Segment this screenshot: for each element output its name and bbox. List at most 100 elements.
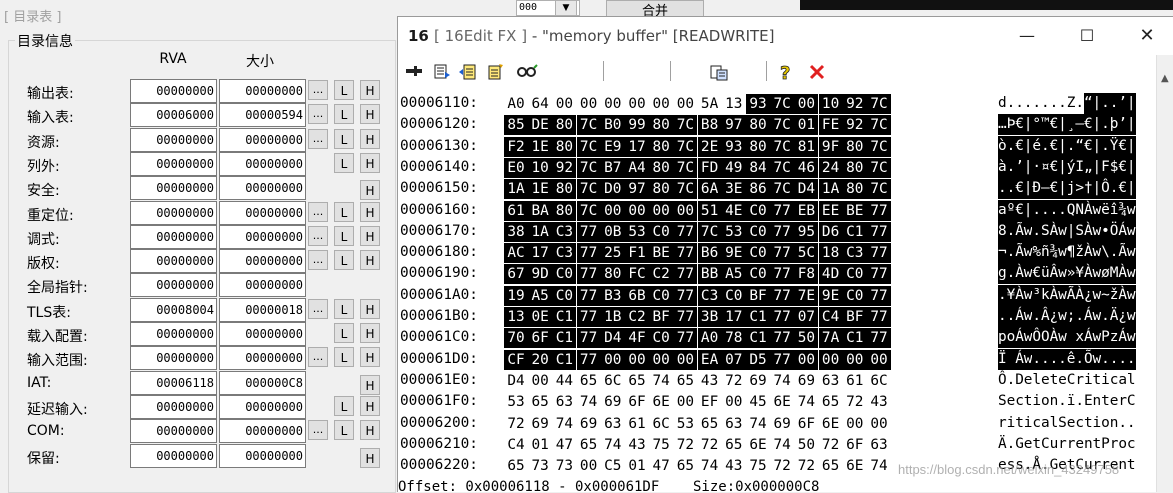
- details-button[interactable]: ...: [308, 298, 328, 319]
- size-field[interactable]: 00000000: [219, 443, 306, 468]
- h-button[interactable]: H: [360, 395, 380, 416]
- size-field[interactable]: 00000000: [219, 127, 306, 152]
- hex-byte[interactable]: 5C: [794, 243, 819, 264]
- hex-byte[interactable]: 47: [552, 435, 576, 455]
- hex-byte[interactable]: 24: [818, 157, 843, 178]
- rva-field[interactable]: 00000000: [130, 419, 217, 444]
- hex-byte[interactable]: C0: [649, 328, 674, 349]
- hex-byte[interactable]: FC: [625, 264, 649, 285]
- hex-byte[interactable]: 77: [867, 200, 891, 221]
- hex-byte[interactable]: 6F: [794, 414, 818, 434]
- help-icon[interactable]: ?: [776, 63, 796, 85]
- hex-byte[interactable]: 07: [794, 307, 819, 327]
- l-button[interactable]: L: [334, 225, 354, 246]
- hex-ascii[interactable]: ò.€|é.€|.“€|.Ÿ€|: [998, 135, 1136, 157]
- rva-field[interactable]: 00000000: [130, 127, 217, 152]
- hex-byte[interactable]: 64: [528, 94, 552, 114]
- hex-byte[interactable]: C0: [842, 285, 867, 306]
- hex-byte[interactable]: 7C: [770, 157, 795, 178]
- h-button[interactable]: H: [360, 225, 380, 246]
- rva-field[interactable]: 00000000: [130, 394, 217, 419]
- h-button[interactable]: H: [360, 250, 380, 271]
- h-button[interactable]: H: [360, 80, 380, 100]
- hex-byte[interactable]: 77: [576, 285, 601, 306]
- hex-byte[interactable]: C3: [697, 285, 722, 306]
- hex-byte[interactable]: 7C: [576, 136, 601, 157]
- hex-byte[interactable]: 77: [770, 243, 795, 264]
- hex-byte[interactable]: 69: [794, 371, 818, 391]
- hex-byte[interactable]: 10: [818, 94, 843, 114]
- hex-byte[interactable]: 69: [601, 392, 625, 412]
- hex-byte[interactable]: EA: [697, 349, 722, 370]
- hex-byte[interactable]: 72: [722, 371, 746, 391]
- hex-byte[interactable]: 65: [528, 392, 552, 412]
- hex-byte[interactable]: 67: [504, 264, 528, 285]
- hex-byte[interactable]: 6C: [601, 371, 625, 391]
- rva-field[interactable]: 00008004: [130, 297, 217, 322]
- hex-byte[interactable]: 1E: [528, 179, 553, 200]
- h-button[interactable]: H: [360, 201, 380, 222]
- hex-byte[interactable]: 7C: [770, 115, 795, 136]
- hex-byte[interactable]: 77: [867, 264, 891, 285]
- rva-field[interactable]: 00000000: [130, 151, 217, 176]
- hex-byte[interactable]: 17: [625, 136, 649, 157]
- size-field[interactable]: 00000000: [219, 176, 306, 201]
- hex-byte[interactable]: 63: [552, 392, 576, 412]
- rva-field[interactable]: 00000000: [130, 249, 217, 274]
- hex-byte[interactable]: 4D: [818, 264, 843, 285]
- hex-byte[interactable]: D5: [746, 349, 770, 370]
- hex-byte[interactable]: 01: [794, 115, 819, 136]
- hex-byte[interactable]: 6F: [843, 435, 867, 455]
- hex-byte[interactable]: 77: [673, 243, 698, 264]
- hex-byte[interactable]: 25: [600, 243, 625, 264]
- details-button[interactable]: ...: [308, 225, 328, 246]
- hex-byte[interactable]: 1E: [528, 136, 553, 157]
- hex-byte[interactable]: 53: [721, 221, 746, 242]
- rva-field[interactable]: 00000000: [130, 346, 217, 371]
- rva-field[interactable]: 00000000: [130, 443, 217, 468]
- hex-byte[interactable]: FE: [818, 115, 843, 136]
- hex-byte[interactable]: 74: [698, 456, 722, 476]
- hex-byte[interactable]: 00: [649, 200, 674, 221]
- hex-byte[interactable]: B0: [600, 115, 625, 136]
- hex-byte[interactable]: 00: [818, 349, 843, 370]
- hex-byte[interactable]: 53: [504, 392, 528, 412]
- hex-byte[interactable]: 7C: [770, 179, 795, 200]
- hex-byte[interactable]: C1: [552, 307, 577, 327]
- scroll-up-icon[interactable]: ▲: [1161, 73, 1169, 84]
- hex-byte[interactable]: A0: [504, 94, 528, 114]
- hex-byte[interactable]: EE: [818, 200, 843, 221]
- hex-ascii[interactable]: g.Àw€üÂw»¥ÀwøMÀw: [998, 263, 1136, 285]
- hex-byte[interactable]: 77: [867, 285, 891, 306]
- hex-ascii[interactable]: Ô.DeleteCritical: [998, 370, 1136, 391]
- hex-ascii[interactable]: ..Áw.Â¿w;.Áw.Ä¿w: [998, 306, 1136, 327]
- hex-byte[interactable]: B6: [697, 243, 722, 264]
- hex-byte[interactable]: 00: [625, 94, 649, 114]
- hex-byte[interactable]: C1: [552, 349, 577, 370]
- hex-byte[interactable]: 93: [746, 94, 770, 114]
- hex-byte[interactable]: 77: [673, 307, 698, 327]
- hex-byte[interactable]: 65: [722, 435, 746, 455]
- hex-byte[interactable]: C1: [746, 328, 770, 349]
- hex-byte[interactable]: 80: [649, 136, 674, 157]
- hex-byte[interactable]: 43: [698, 371, 722, 391]
- hex-byte[interactable]: C0: [746, 264, 770, 285]
- hex-byte[interactable]: 72: [770, 456, 794, 476]
- hex-byte[interactable]: 77: [770, 200, 795, 221]
- hex-byte[interactable]: 43: [867, 392, 891, 412]
- hex-byte[interactable]: C0: [649, 221, 674, 242]
- hex-byte[interactable]: 63: [601, 414, 625, 434]
- l-button[interactable]: L: [334, 323, 354, 343]
- hex-byte[interactable]: BB: [697, 264, 722, 285]
- hex-byte[interactable]: 99: [625, 115, 649, 136]
- hex-byte[interactable]: 72: [673, 435, 697, 455]
- hex-byte[interactable]: 74: [746, 414, 770, 434]
- rva-field[interactable]: 00006000: [130, 103, 217, 128]
- hex-byte[interactable]: 53: [673, 414, 697, 434]
- hex-byte[interactable]: F8: [794, 264, 819, 285]
- hex-byte[interactable]: 63: [722, 414, 746, 434]
- hex-byte[interactable]: 00: [625, 200, 649, 221]
- details-button[interactable]: ...: [308, 420, 328, 441]
- hex-byte[interactable]: B8: [697, 115, 722, 136]
- h-button[interactable]: H: [360, 180, 380, 201]
